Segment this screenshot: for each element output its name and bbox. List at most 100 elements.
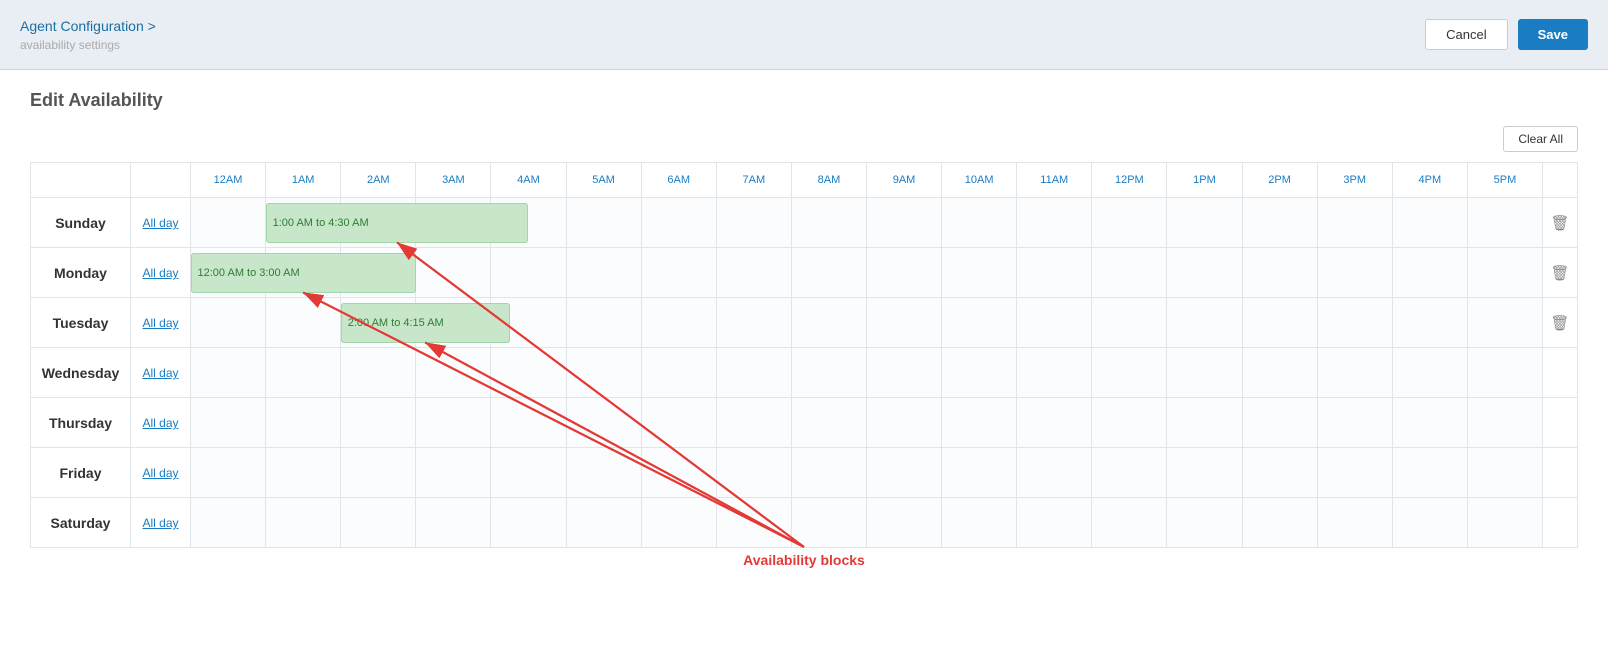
time-cell-tuesday-col12[interactable] — [1092, 298, 1167, 348]
time-cell-monday-col13[interactable] — [1167, 248, 1242, 298]
allday-link-saturday[interactable]: All day — [142, 516, 178, 530]
time-cell-friday-col2[interactable] — [341, 448, 416, 498]
time-cell-wednesday-col7[interactable] — [716, 348, 791, 398]
time-cell-thursday-col3[interactable] — [416, 398, 491, 448]
time-cell-friday-col1[interactable] — [266, 448, 341, 498]
time-cell-sunday-col12[interactable] — [1092, 198, 1167, 248]
time-cell-wednesday-col4[interactable] — [491, 348, 566, 398]
time-cell-monday-col3[interactable] — [416, 248, 491, 298]
time-cell-tuesday-col10[interactable] — [942, 298, 1017, 348]
time-cell-saturday-col13[interactable] — [1167, 498, 1242, 548]
time-cell-wednesday-col9[interactable] — [866, 348, 941, 398]
time-cell-wednesday-col3[interactable] — [416, 348, 491, 398]
delete-row-tuesday[interactable]: 🗑 — [1543, 298, 1578, 348]
cancel-button[interactable]: Cancel — [1425, 19, 1507, 50]
time-cell-sunday-col13[interactable] — [1167, 198, 1242, 248]
time-cell-saturday-col9[interactable] — [866, 498, 941, 548]
time-cell-thursday-col1[interactable] — [266, 398, 341, 448]
time-cell-saturday-col14[interactable] — [1242, 498, 1317, 548]
time-cell-monday-col9[interactable] — [866, 248, 941, 298]
time-cell-monday-col7[interactable] — [716, 248, 791, 298]
time-cell-saturday-col5[interactable] — [566, 498, 641, 548]
time-cell-wednesday-col17[interactable] — [1467, 348, 1542, 398]
time-cell-saturday-col2[interactable] — [341, 498, 416, 548]
allday-saturday[interactable]: All day — [131, 498, 191, 548]
time-cell-monday-col16[interactable] — [1392, 248, 1467, 298]
time-cell-thursday-col16[interactable] — [1392, 398, 1467, 448]
time-cell-tuesday-col1[interactable] — [266, 298, 341, 348]
availability-block[interactable]: 1:00 AM to 4:30 AM — [266, 203, 529, 243]
time-cell-tuesday-col7[interactable] — [716, 298, 791, 348]
time-cell-thursday-col4[interactable] — [491, 398, 566, 448]
delete-row-monday[interactable]: 🗑 — [1543, 248, 1578, 298]
time-cell-tuesday-col8[interactable] — [791, 298, 866, 348]
time-cell-friday-col16[interactable] — [1392, 448, 1467, 498]
time-cell-wednesday-col10[interactable] — [942, 348, 1017, 398]
time-cell-saturday-col7[interactable] — [716, 498, 791, 548]
allday-link-tuesday[interactable]: All day — [142, 316, 178, 330]
time-cell-tuesday-col0[interactable] — [191, 298, 266, 348]
time-cell-friday-col4[interactable] — [491, 448, 566, 498]
time-cell-monday-col17[interactable] — [1467, 248, 1542, 298]
time-cell-tuesday-col5[interactable] — [566, 298, 641, 348]
time-cell-sunday-col10[interactable] — [942, 198, 1017, 248]
time-cell-saturday-col16[interactable] — [1392, 498, 1467, 548]
trash-icon[interactable]: 🗑 — [1550, 315, 1569, 332]
time-cell-wednesday-col0[interactable] — [191, 348, 266, 398]
time-cell-friday-col13[interactable] — [1167, 448, 1242, 498]
time-cell-tuesday-col15[interactable] — [1317, 298, 1392, 348]
time-cell-sunday-col0[interactable] — [191, 198, 266, 248]
time-cell-friday-col10[interactable] — [942, 448, 1017, 498]
time-cell-thursday-col14[interactable] — [1242, 398, 1317, 448]
time-cell-monday-col6[interactable] — [641, 248, 716, 298]
time-cell-friday-col14[interactable] — [1242, 448, 1317, 498]
time-cell-thursday-col6[interactable] — [641, 398, 716, 448]
time-cell-saturday-col4[interactable] — [491, 498, 566, 548]
time-cell-saturday-col17[interactable] — [1467, 498, 1542, 548]
time-cell-saturday-col15[interactable] — [1317, 498, 1392, 548]
allday-sunday[interactable]: All day — [131, 198, 191, 248]
time-cell-sunday-col16[interactable] — [1392, 198, 1467, 248]
allday-link-sunday[interactable]: All day — [142, 216, 178, 230]
time-cell-wednesday-col6[interactable] — [641, 348, 716, 398]
time-cell-thursday-col12[interactable] — [1092, 398, 1167, 448]
time-cell-friday-col5[interactable] — [566, 448, 641, 498]
time-cell-saturday-col3[interactable] — [416, 498, 491, 548]
time-cell-thursday-col8[interactable] — [791, 398, 866, 448]
time-cell-saturday-col8[interactable] — [791, 498, 866, 548]
time-cell-friday-col9[interactable] — [866, 448, 941, 498]
time-cell-sunday-col5[interactable] — [566, 198, 641, 248]
availability-block[interactable]: 2:00 AM to 4:15 AM — [341, 303, 510, 343]
delete-row-sunday[interactable]: 🗑 — [1543, 198, 1578, 248]
time-cell-tuesday-col17[interactable] — [1467, 298, 1542, 348]
time-cell-thursday-col5[interactable] — [566, 398, 641, 448]
allday-link-monday[interactable]: All day — [142, 266, 178, 280]
time-cell-sunday-col6[interactable] — [641, 198, 716, 248]
time-cell-thursday-col2[interactable] — [341, 398, 416, 448]
time-cell-thursday-col15[interactable] — [1317, 398, 1392, 448]
time-cell-wednesday-col2[interactable] — [341, 348, 416, 398]
clear-all-button[interactable]: Clear All — [1503, 126, 1578, 152]
time-cell-friday-col8[interactable] — [791, 448, 866, 498]
time-cell-friday-col11[interactable] — [1017, 448, 1092, 498]
time-cell-tuesday-col16[interactable] — [1392, 298, 1467, 348]
time-cell-friday-col12[interactable] — [1092, 448, 1167, 498]
time-cell-saturday-col10[interactable] — [942, 498, 1017, 548]
time-cell-friday-col3[interactable] — [416, 448, 491, 498]
time-cell-wednesday-col8[interactable] — [791, 348, 866, 398]
allday-wednesday[interactable]: All day — [131, 348, 191, 398]
time-cell-thursday-col0[interactable] — [191, 398, 266, 448]
trash-icon[interactable]: 🗑 — [1550, 265, 1569, 282]
time-cell-monday-col10[interactable] — [942, 248, 1017, 298]
allday-monday[interactable]: All day — [131, 248, 191, 298]
time-cell-monday-col11[interactable] — [1017, 248, 1092, 298]
time-cell-thursday-col17[interactable] — [1467, 398, 1542, 448]
allday-link-friday[interactable]: All day — [142, 466, 178, 480]
allday-tuesday[interactable]: All day — [131, 298, 191, 348]
time-cell-monday-col8[interactable] — [791, 248, 866, 298]
availability-block[interactable]: 12:00 AM to 3:00 AM — [191, 253, 416, 293]
time-cell-monday-col4[interactable] — [491, 248, 566, 298]
time-cell-monday-col15[interactable] — [1317, 248, 1392, 298]
time-cell-friday-col15[interactable] — [1317, 448, 1392, 498]
time-cell-thursday-col11[interactable] — [1017, 398, 1092, 448]
